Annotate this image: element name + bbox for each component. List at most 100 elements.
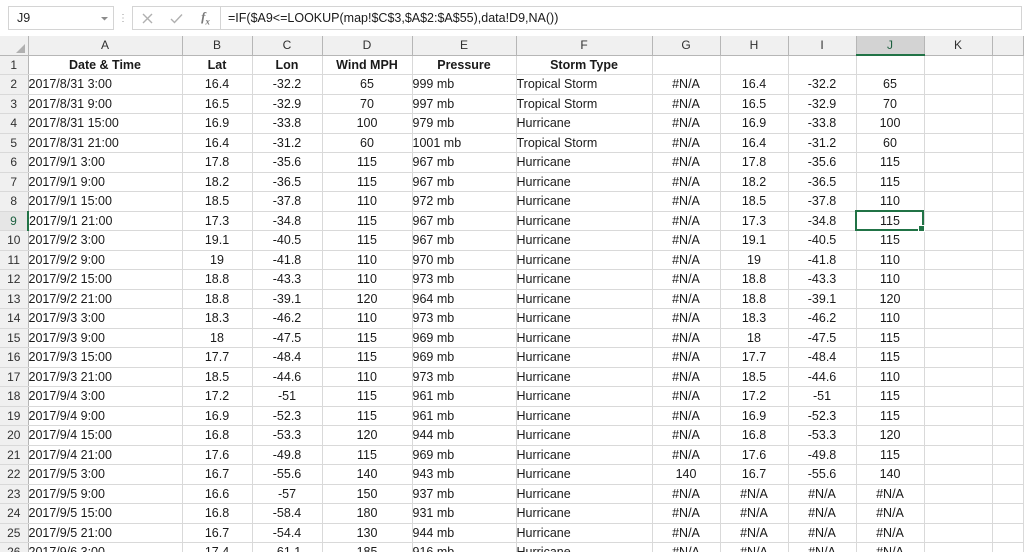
cell-D6[interactable]: 115 bbox=[322, 152, 413, 173]
cell-F18[interactable]: Hurricane bbox=[516, 386, 653, 407]
cell-D10[interactable]: 115 bbox=[322, 230, 413, 251]
cell-C22[interactable]: -55.6 bbox=[252, 464, 323, 485]
column-header-B[interactable]: B bbox=[182, 36, 253, 56]
cell-B21[interactable]: 17.6 bbox=[182, 445, 253, 465]
cell-B4[interactable]: 16.9 bbox=[182, 113, 253, 134]
cell-G16[interactable]: #N/A bbox=[652, 347, 721, 368]
column-header-C[interactable]: C bbox=[252, 36, 323, 56]
cell-E25[interactable]: 944 mb bbox=[412, 523, 517, 543]
cell-H8[interactable]: 18.5 bbox=[720, 191, 789, 212]
column-header-A[interactable]: A bbox=[28, 36, 183, 56]
cell-overflow-6[interactable] bbox=[992, 152, 1024, 173]
cell-D22[interactable]: 140 bbox=[322, 464, 413, 485]
cell-D26[interactable]: 185 bbox=[322, 542, 413, 552]
cell-D14[interactable]: 110 bbox=[322, 308, 413, 329]
cell-F23[interactable]: Hurricane bbox=[516, 484, 653, 504]
cell-overflow-20[interactable] bbox=[992, 425, 1024, 446]
cell-F3[interactable]: Tropical Storm bbox=[516, 94, 653, 114]
row-header-4[interactable]: 4 bbox=[0, 113, 29, 134]
cell-overflow-24[interactable] bbox=[992, 503, 1024, 524]
cell-J9[interactable]: 115 bbox=[856, 211, 925, 231]
column-header-J[interactable]: J bbox=[856, 36, 925, 56]
row-header-23[interactable]: 23 bbox=[0, 484, 29, 504]
cell-B1[interactable]: Lat bbox=[182, 55, 253, 75]
cell-H26[interactable]: #N/A bbox=[720, 542, 789, 552]
cell-K13[interactable] bbox=[924, 289, 993, 309]
cell-overflow-16[interactable] bbox=[992, 347, 1024, 368]
cell-B5[interactable]: 16.4 bbox=[182, 133, 253, 153]
cell-I16[interactable]: -48.4 bbox=[788, 347, 857, 368]
cell-overflow-10[interactable] bbox=[992, 230, 1024, 251]
cell-G9[interactable]: #N/A bbox=[652, 211, 721, 231]
cell-I3[interactable]: -32.9 bbox=[788, 94, 857, 114]
cell-A26[interactable]: 2017/9/6 3:00 bbox=[28, 542, 183, 552]
cell-E12[interactable]: 973 mb bbox=[412, 269, 517, 290]
close-icon[interactable] bbox=[133, 7, 162, 29]
cell-C19[interactable]: -52.3 bbox=[252, 406, 323, 426]
cell-overflow-7[interactable] bbox=[992, 172, 1024, 192]
cell-K19[interactable] bbox=[924, 406, 993, 426]
cell-overflow-25[interactable] bbox=[992, 523, 1024, 543]
cell-K10[interactable] bbox=[924, 230, 993, 251]
cell-F11[interactable]: Hurricane bbox=[516, 250, 653, 270]
cell-H4[interactable]: 16.9 bbox=[720, 113, 789, 134]
cell-D19[interactable]: 115 bbox=[322, 406, 413, 426]
cell-J12[interactable]: 110 bbox=[856, 269, 925, 290]
cell-K21[interactable] bbox=[924, 445, 993, 465]
cell-D21[interactable]: 115 bbox=[322, 445, 413, 465]
chevron-down-icon[interactable] bbox=[95, 7, 113, 29]
cell-J24[interactable]: #N/A bbox=[856, 503, 925, 524]
cell-G4[interactable]: #N/A bbox=[652, 113, 721, 134]
cell-overflow-15[interactable] bbox=[992, 328, 1024, 348]
cell-H13[interactable]: 18.8 bbox=[720, 289, 789, 309]
cell-C16[interactable]: -48.4 bbox=[252, 347, 323, 368]
cell-H7[interactable]: 18.2 bbox=[720, 172, 789, 192]
cell-overflow-22[interactable] bbox=[992, 464, 1024, 485]
cell-D7[interactable]: 115 bbox=[322, 172, 413, 192]
cell-A10[interactable]: 2017/9/2 3:00 bbox=[28, 230, 183, 251]
cell-H24[interactable]: #N/A bbox=[720, 503, 789, 524]
cell-C15[interactable]: -47.5 bbox=[252, 328, 323, 348]
cell-E1[interactable]: Pressure bbox=[412, 55, 517, 75]
cell-I20[interactable]: -53.3 bbox=[788, 425, 857, 446]
cell-J7[interactable]: 115 bbox=[856, 172, 925, 192]
cell-E6[interactable]: 967 mb bbox=[412, 152, 517, 173]
cell-E15[interactable]: 969 mb bbox=[412, 328, 517, 348]
cell-C5[interactable]: -31.2 bbox=[252, 133, 323, 153]
cell-H3[interactable]: 16.5 bbox=[720, 94, 789, 114]
cell-B11[interactable]: 19 bbox=[182, 250, 253, 270]
cell-B19[interactable]: 16.9 bbox=[182, 406, 253, 426]
cell-overflow-11[interactable] bbox=[992, 250, 1024, 270]
cell-D5[interactable]: 60 bbox=[322, 133, 413, 153]
cell-D3[interactable]: 70 bbox=[322, 94, 413, 114]
cell-D11[interactable]: 110 bbox=[322, 250, 413, 270]
cell-I26[interactable]: #N/A bbox=[788, 542, 857, 552]
cell-F6[interactable]: Hurricane bbox=[516, 152, 653, 173]
cell-G13[interactable]: #N/A bbox=[652, 289, 721, 309]
cell-K18[interactable] bbox=[924, 386, 993, 407]
cell-G10[interactable]: #N/A bbox=[652, 230, 721, 251]
cell-E5[interactable]: 1001 mb bbox=[412, 133, 517, 153]
cell-C20[interactable]: -53.3 bbox=[252, 425, 323, 446]
cell-B14[interactable]: 18.3 bbox=[182, 308, 253, 329]
cell-J19[interactable]: 115 bbox=[856, 406, 925, 426]
cell-F17[interactable]: Hurricane bbox=[516, 367, 653, 387]
cell-D17[interactable]: 110 bbox=[322, 367, 413, 387]
cell-H6[interactable]: 17.8 bbox=[720, 152, 789, 173]
cell-C11[interactable]: -41.8 bbox=[252, 250, 323, 270]
cell-A15[interactable]: 2017/9/3 9:00 bbox=[28, 328, 183, 348]
cell-H16[interactable]: 17.7 bbox=[720, 347, 789, 368]
cell-A5[interactable]: 2017/8/31 21:00 bbox=[28, 133, 183, 153]
row-header-26[interactable]: 26 bbox=[0, 542, 29, 552]
cell-F15[interactable]: Hurricane bbox=[516, 328, 653, 348]
cell-E11[interactable]: 970 mb bbox=[412, 250, 517, 270]
cell-G12[interactable]: #N/A bbox=[652, 269, 721, 290]
cell-K11[interactable] bbox=[924, 250, 993, 270]
cell-H22[interactable]: 16.7 bbox=[720, 464, 789, 485]
check-icon[interactable] bbox=[162, 7, 191, 29]
cell-overflow-2[interactable] bbox=[992, 74, 1024, 95]
cell-C13[interactable]: -39.1 bbox=[252, 289, 323, 309]
cell-A13[interactable]: 2017/9/2 21:00 bbox=[28, 289, 183, 309]
cell-D15[interactable]: 115 bbox=[322, 328, 413, 348]
cell-H18[interactable]: 17.2 bbox=[720, 386, 789, 407]
